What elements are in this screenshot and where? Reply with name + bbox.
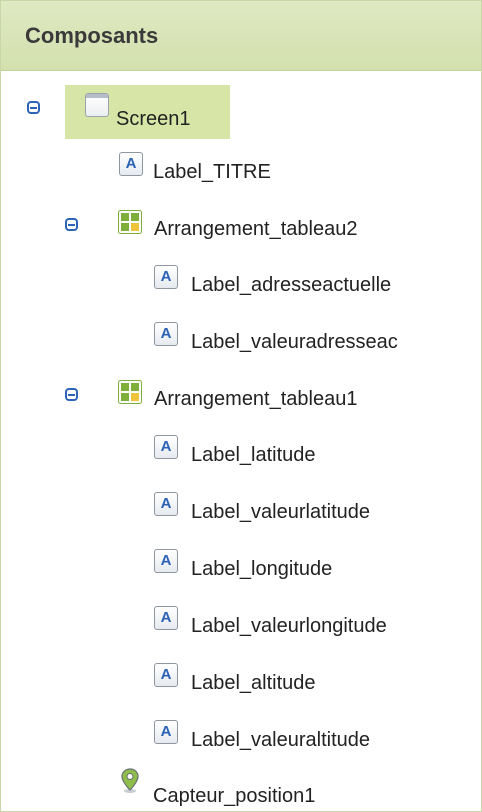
table-arrangement-icon	[118, 210, 142, 234]
tree-item-label: Label_valeuraltitude	[191, 729, 371, 751]
tree-item-label: Screen1	[116, 108, 191, 130]
panel-title: Composants	[25, 23, 159, 48]
tree-item-label: Label_valeuradresseac	[191, 331, 398, 353]
location-sensor-icon	[121, 768, 139, 793]
collapse-toggle-screen1[interactable]	[27, 101, 40, 114]
panel-header: Composants	[1, 1, 481, 71]
screen-icon	[85, 93, 109, 117]
label-component-icon: A	[154, 435, 178, 459]
label-component-icon: A	[154, 265, 178, 289]
label-component-icon: A	[154, 492, 178, 516]
tree-item-label: Label_adresseactuelle	[191, 274, 392, 296]
tree-item-label: Arrangement_tableau2	[154, 218, 358, 240]
tree-item-label: Arrangement_tableau1	[154, 388, 358, 410]
collapse-toggle-arrangement-tableau2[interactable]	[65, 218, 78, 231]
label-component-icon: A	[154, 549, 178, 573]
tree-item-label: Label_latitude	[191, 444, 316, 466]
label-component-icon: A	[154, 720, 178, 744]
tree-item-label: Label_longitude	[191, 558, 333, 580]
label-component-icon: A	[154, 606, 178, 630]
label-component-icon: A	[154, 663, 178, 687]
tree-item-label: Label_valeurlatitude	[191, 501, 371, 523]
tree-item-label: Capteur_position1	[153, 785, 316, 807]
collapse-toggle-arrangement-tableau1[interactable]	[65, 388, 78, 401]
label-component-icon: A	[119, 152, 143, 176]
tree-item-label: Label_TITRE	[153, 161, 271, 183]
tree-item-label: Label_valeurlongitude	[191, 615, 387, 637]
label-component-icon: A	[154, 322, 178, 346]
table-arrangement-icon	[118, 380, 142, 404]
component-tree: Screen1 A Label_TITRE Arrangement_tablea…	[1, 71, 481, 811]
tree-item-label: Label_altitude	[191, 672, 316, 694]
components-panel: Composants Screen1 A Label_TITRE Arrange…	[0, 0, 482, 812]
